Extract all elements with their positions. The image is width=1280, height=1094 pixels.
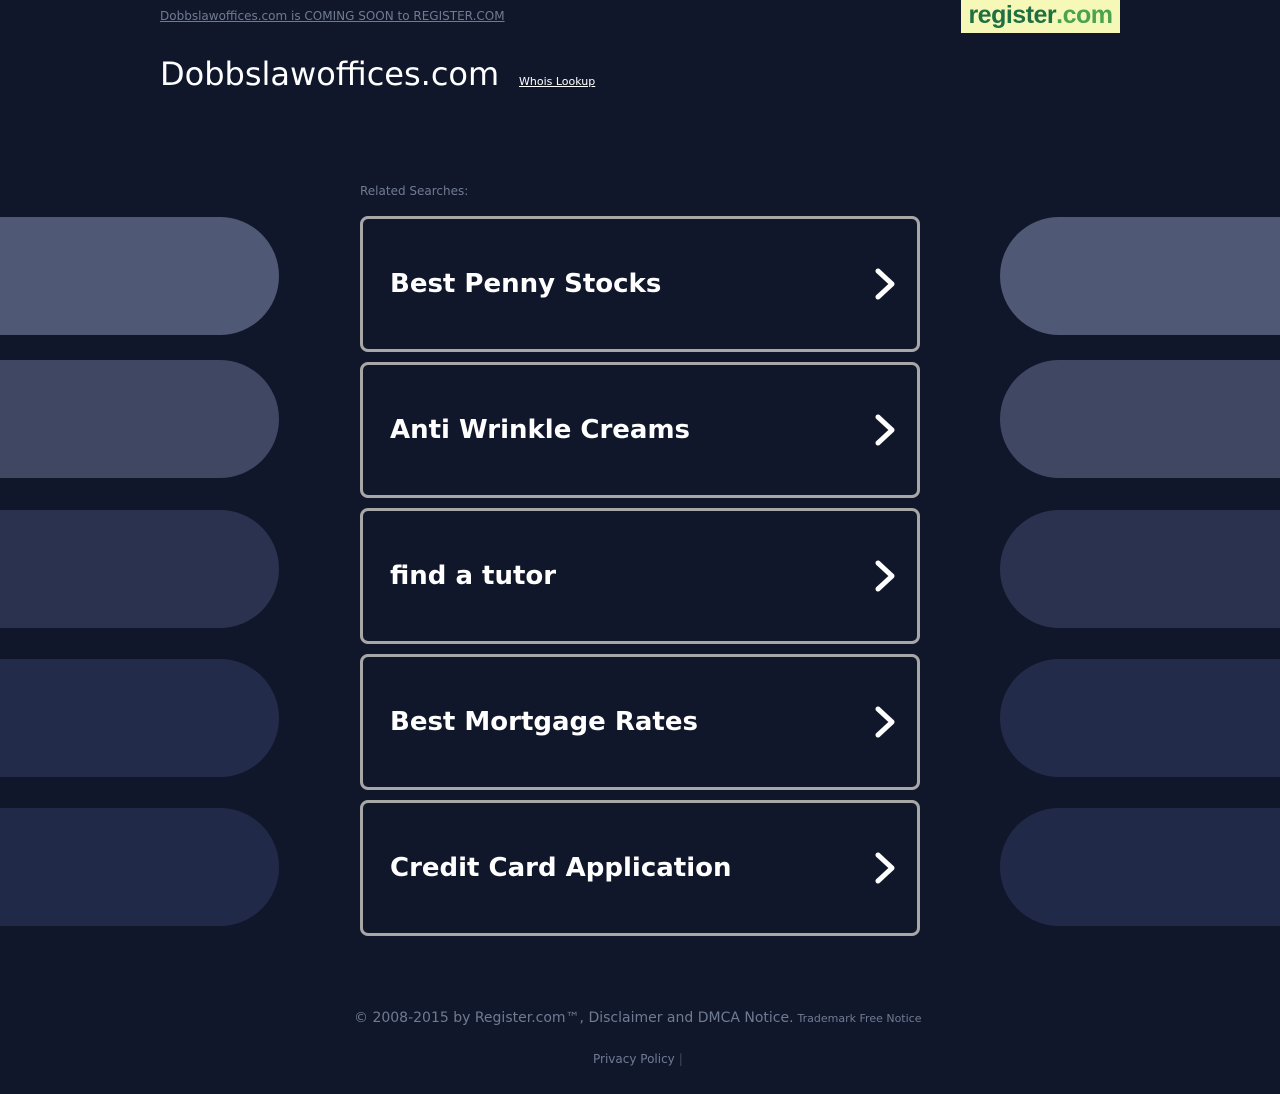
decor-pill-left-1 [0, 217, 279, 335]
chevron-right-icon [875, 706, 895, 738]
decor-pill-right-2 [1000, 360, 1280, 478]
related-search-button[interactable]: Anti Wrinkle Creams [360, 362, 920, 498]
related-search-label: Credit Card Application [390, 853, 732, 883]
coming-soon-link[interactable]: Dobbslawoffices.com is COMING SOON to RE… [160, 9, 505, 23]
decor-pill-right-5 [1000, 808, 1280, 926]
domain-title: Dobbslawoffices.com [160, 55, 500, 93]
related-search-label: find a tutor [390, 561, 557, 591]
chevron-right-icon [875, 852, 895, 884]
related-search-button[interactable]: Best Penny Stocks [360, 216, 920, 352]
decor-pill-right-3 [1000, 510, 1280, 628]
decor-pill-left-2 [0, 360, 279, 478]
related-search-label: Anti Wrinkle Creams [390, 415, 691, 445]
related-search-button[interactable]: Best Mortgage Rates [360, 654, 920, 790]
chevron-right-icon [875, 414, 895, 446]
whois-lookup-link[interactable]: Whois Lookup [519, 75, 595, 88]
logo-name-text: register [968, 1, 1057, 29]
related-search-button[interactable]: Credit Card Application [360, 800, 920, 936]
copyright-text[interactable]: © 2008-2015 by Register.com™, Disclaimer… [354, 1010, 794, 1026]
decor-pill-left-3 [0, 510, 279, 628]
parked-domain-page: Dobbslawoffices.com is COMING SOON to RE… [0, 0, 1280, 1094]
decor-pill-left-4 [0, 659, 279, 777]
trademark-free-notice-link[interactable]: Trademark Free Notice [798, 1012, 922, 1025]
footer-separator: | [678, 1052, 683, 1066]
related-search-button[interactable]: find a tutor [360, 508, 920, 644]
register-com-logo[interactable]: register .com [961, 0, 1120, 33]
footer-copyright: © 2008-2015 by Register.com™, Disclaimer… [354, 1007, 922, 1026]
decor-pill-left-5 [0, 808, 279, 926]
related-search-label: Best Mortgage Rates [390, 707, 698, 737]
footer-privacy: Privacy Policy | [593, 1052, 683, 1066]
chevron-right-icon [875, 560, 895, 592]
related-searches-label: Related Searches: [360, 184, 469, 198]
related-search-label: Best Penny Stocks [390, 269, 662, 299]
privacy-policy-link[interactable]: Privacy Policy [593, 1052, 675, 1066]
decor-pill-right-1 [1000, 217, 1280, 335]
decor-pill-right-4 [1000, 659, 1280, 777]
chevron-right-icon [875, 268, 895, 300]
logo-tld-text: .com [1056, 1, 1113, 29]
